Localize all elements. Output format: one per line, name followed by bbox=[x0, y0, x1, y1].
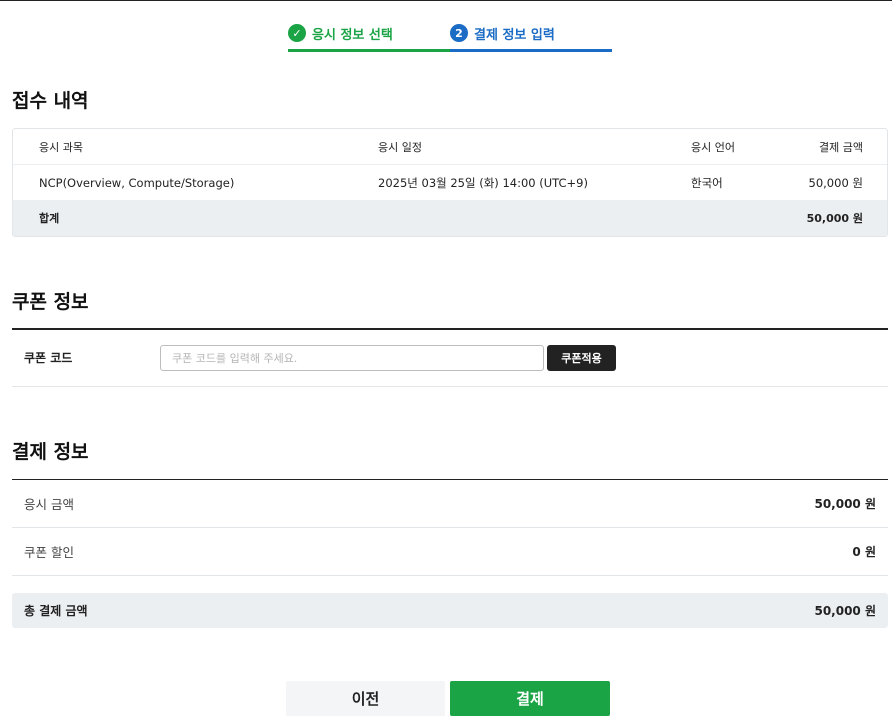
step-payment-info: 2 결제 정보 입력 bbox=[450, 22, 555, 44]
reception-title: 접수 내역 bbox=[12, 90, 89, 112]
col-language: 응시 언어 bbox=[691, 140, 735, 154]
step-label: 결제 정보 입력 bbox=[474, 27, 555, 43]
payment-total-row: 총 결제 금액 50,000 원 bbox=[12, 593, 888, 628]
exam-amount-value: 50,000 원 bbox=[814, 497, 876, 511]
coupon-code-label: 쿠폰 코드 bbox=[24, 351, 73, 365]
step-bar-active bbox=[450, 49, 612, 52]
pay-button[interactable]: 결제 bbox=[450, 681, 610, 716]
top-border bbox=[0, 0, 892, 1]
row-language: 한국어 bbox=[691, 175, 723, 190]
step-bar-done bbox=[288, 49, 450, 52]
table-header: 응시 과목 응시 일정 응시 언어 결제 금액 bbox=[13, 129, 887, 165]
payment-title: 결제 정보 bbox=[12, 441, 89, 463]
row-subject: NCP(Overview, Compute/Storage) bbox=[39, 175, 235, 190]
payment-total-label: 총 결제 금액 bbox=[24, 604, 88, 618]
discount-value: 0 원 bbox=[852, 545, 876, 559]
progress-stepper: ✓ 응시 정보 선택 2 결제 정보 입력 bbox=[288, 20, 612, 54]
col-amount: 결제 금액 bbox=[819, 140, 863, 154]
total-amount: 50,000 원 bbox=[806, 212, 863, 225]
discount-row: 쿠폰 할인 0 원 bbox=[12, 528, 888, 576]
table-total-row: 합계 50,000 원 bbox=[13, 200, 887, 236]
row-schedule: 2025년 03월 25일 (화) 14:00 (UTC+9) bbox=[378, 175, 588, 190]
exam-amount-label: 응시 금액 bbox=[24, 497, 74, 512]
table-row: NCP(Overview, Compute/Storage) 2025년 03월… bbox=[13, 165, 887, 200]
discount-label: 쿠폰 할인 bbox=[24, 545, 74, 560]
row-amount: 50,000 원 bbox=[808, 175, 863, 190]
reception-table: 응시 과목 응시 일정 응시 언어 결제 금액 NCP(Overview, Co… bbox=[12, 128, 888, 237]
step-label: 응시 정보 선택 bbox=[312, 27, 393, 43]
payment-total-value: 50,000 원 bbox=[814, 604, 876, 618]
coupon-code-input[interactable] bbox=[160, 345, 544, 371]
coupon-title: 쿠폰 정보 bbox=[12, 291, 89, 313]
total-label: 합계 bbox=[39, 212, 60, 225]
col-subject: 응시 과목 bbox=[39, 140, 83, 154]
exam-amount-row: 응시 금액 50,000 원 bbox=[12, 480, 888, 528]
apply-coupon-button[interactable]: 쿠폰적용 bbox=[547, 345, 616, 371]
coupon-section: 쿠폰 코드 쿠폰적용 bbox=[12, 328, 888, 387]
col-schedule: 응시 일정 bbox=[378, 140, 422, 154]
step-select-exam: ✓ 응시 정보 선택 bbox=[288, 22, 393, 44]
previous-button[interactable]: 이전 bbox=[286, 681, 445, 716]
step-number-badge: 2 bbox=[450, 24, 468, 42]
check-icon: ✓ bbox=[288, 24, 306, 42]
